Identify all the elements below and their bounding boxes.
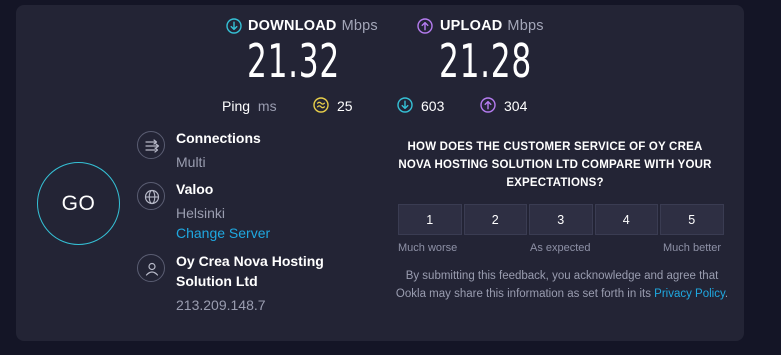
server-name: Valoo	[176, 181, 214, 197]
rating-option-4[interactable]: 4	[594, 204, 658, 235]
disclaimer-period: .	[724, 288, 729, 300]
connections-icon	[137, 131, 165, 159]
download-label: DOWNLOAD Mbps	[248, 18, 378, 34]
server-location: Helsinki	[176, 205, 226, 221]
privacy-policy-link[interactable]: Privacy Policy	[654, 288, 725, 300]
rating-scale: 1 2 3 4 5	[398, 204, 724, 235]
upload-unit: Mbps	[507, 18, 544, 34]
ping-download-icon	[397, 97, 413, 113]
connections-value: Multi	[176, 154, 206, 170]
download-arrow-icon	[226, 18, 242, 34]
go-button-label: GO	[61, 191, 96, 215]
rating-option-1[interactable]: 1	[398, 204, 462, 235]
change-server-link[interactable]: Change Server	[176, 225, 270, 241]
globe-icon	[137, 182, 165, 210]
provider-name-line2: Solution Ltd	[176, 273, 258, 289]
idle-latency-icon	[313, 97, 329, 113]
upload-label-text: UPLOAD	[440, 18, 503, 34]
scale-high-label: Much better	[663, 242, 722, 254]
connections-title: Connections	[176, 130, 261, 146]
rating-option-2[interactable]: 2	[463, 204, 527, 235]
download-unit: Mbps	[341, 18, 378, 34]
ping-idle-value: 25	[337, 98, 353, 114]
ping-download-value: 603	[421, 98, 445, 114]
ping-upload-value: 304	[504, 98, 528, 114]
upload-speed-value: 21.28	[439, 34, 532, 88]
scale-low-label: Much worse	[398, 242, 458, 254]
download-label-text: DOWNLOAD	[248, 18, 337, 34]
upload-arrow-icon	[417, 18, 433, 34]
ping-label-text: Ping	[222, 98, 251, 114]
go-button[interactable]: GO	[37, 162, 120, 245]
feedback-disclaimer: By submitting this feedback, you acknowl…	[394, 267, 730, 303]
survey-question: HOW DOES THE CUSTOMER SERVICE OF OY CREA…	[398, 141, 712, 189]
provider-name-line1: Oy Crea Nova Hosting	[176, 253, 324, 269]
ping-label: Ping ms	[222, 98, 277, 114]
user-icon	[137, 254, 165, 282]
ping-unit: ms	[257, 98, 277, 114]
provider-ip: 213.209.148.7	[176, 297, 266, 313]
download-speed-value: 21.32	[247, 34, 340, 88]
upload-label: UPLOAD Mbps	[440, 18, 544, 34]
rating-option-5[interactable]: 5	[660, 204, 724, 235]
ping-upload-icon	[480, 97, 496, 113]
scale-mid-label: As expected	[530, 242, 591, 254]
rating-option-3[interactable]: 3	[529, 204, 593, 235]
